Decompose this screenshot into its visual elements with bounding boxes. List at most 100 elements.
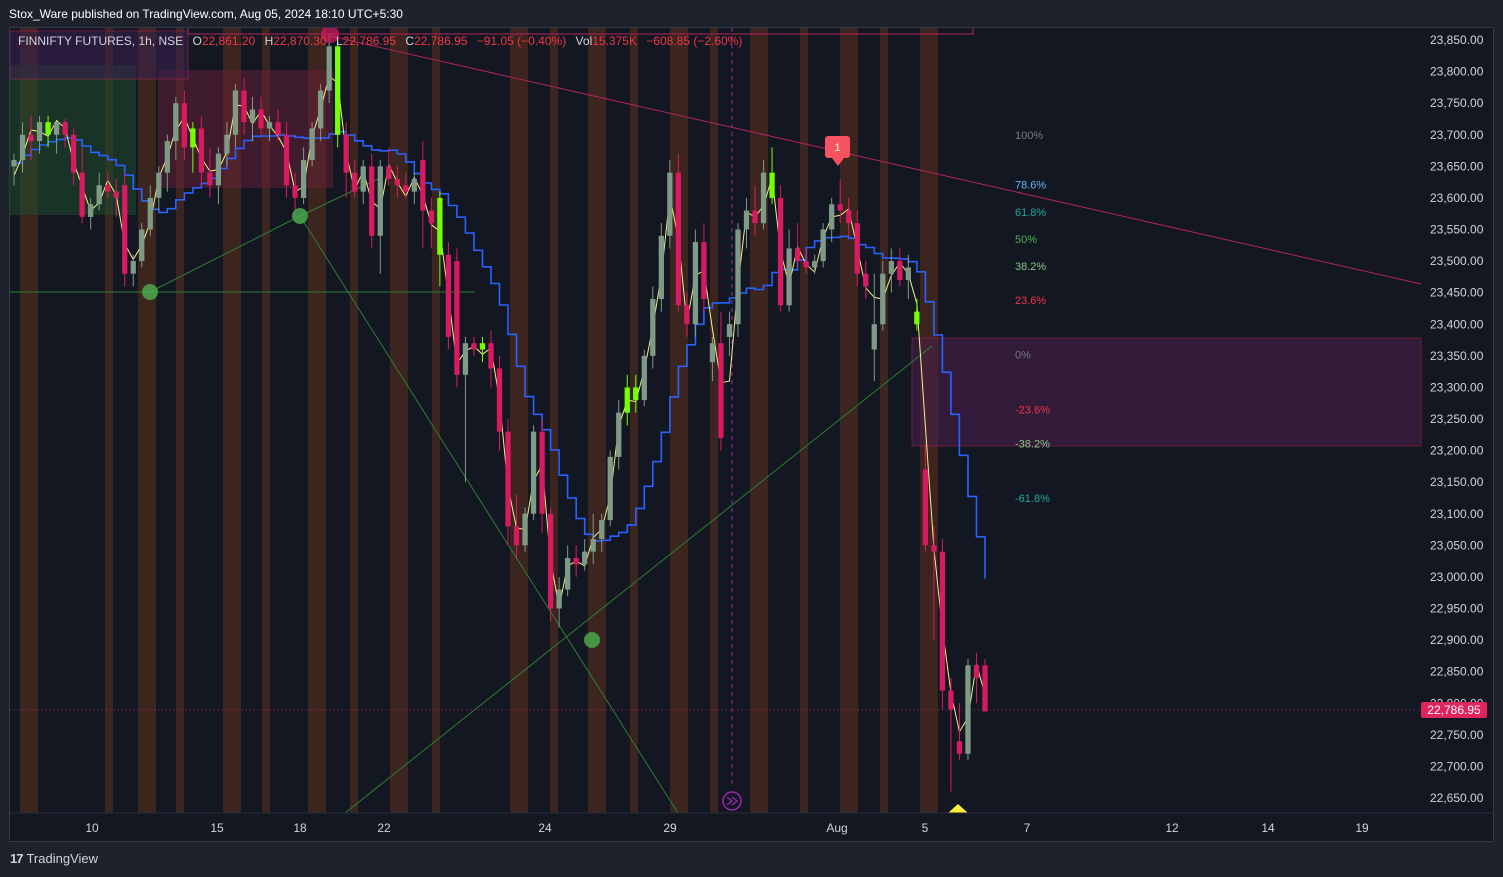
legend: FINNIFTY FUTURES, 1h, NSE O22,861.20 H22… [18, 34, 748, 48]
x-tick-label: 14 [1261, 821, 1275, 835]
candle-body [888, 261, 894, 274]
x-tick-label: 15 [210, 821, 224, 835]
candle-body [556, 589, 562, 609]
y-tick-label: 22,650.00 [1430, 791, 1484, 805]
y-tick-label: 23,450.00 [1430, 286, 1484, 300]
pivot-circle [292, 208, 308, 224]
brand-name: TradingView [26, 851, 99, 866]
candle-body [139, 229, 145, 262]
x-tick-label: 10 [85, 821, 99, 835]
candle-body [411, 178, 417, 192]
legend-low: 22,786.95 [342, 34, 397, 48]
y-tick-label: 23,750.00 [1430, 96, 1484, 110]
candle-body [564, 557, 571, 590]
candle-body [377, 166, 383, 236]
legend-high: 22,870.30 [273, 34, 327, 48]
chart-canvas[interactable]: 100% 78.6% 61.8% 50% 38.2% 23.6% 0% -23.6% -38.2… [10, 28, 1493, 841]
candle-body [19, 134, 26, 161]
y-tick-label: 23,000.00 [1430, 570, 1484, 584]
x-tick-label: 5 [922, 821, 929, 835]
candle-body [675, 172, 682, 306]
candle-body [88, 204, 94, 217]
candle-body [829, 204, 835, 230]
legend-vol-change: −608.85 (−2.60%) [646, 34, 743, 48]
candle-body [105, 185, 111, 192]
candle-body [607, 456, 613, 521]
candle-body [190, 128, 196, 148]
candle-body [70, 134, 77, 173]
candle-body [709, 343, 716, 363]
fib-label: 100% [1015, 130, 1043, 142]
candle-body [633, 387, 639, 401]
y-tick-label: 23,050.00 [1430, 538, 1484, 552]
candle-body [369, 166, 375, 236]
candle-body [437, 197, 443, 255]
y-tick-label: 22,900.00 [1430, 633, 1484, 647]
candle-body [880, 273, 886, 325]
legend-c-label: C [405, 34, 415, 48]
candle-body [130, 261, 136, 274]
fib-label: 50% [1015, 234, 1037, 246]
candle-body [62, 122, 68, 135]
candle-body [292, 185, 298, 198]
fib-label: -38.2% [1015, 439, 1050, 451]
candle-body [147, 197, 153, 230]
candle-body [820, 229, 826, 262]
candle-body [156, 172, 162, 198]
candle-body [956, 741, 963, 754]
candle-body [300, 160, 307, 198]
candle-body [360, 166, 366, 192]
last-price-tag: 22,786.95 [1421, 702, 1487, 718]
session-band [710, 28, 718, 813]
fib-label: 78.6% [1015, 180, 1046, 192]
legend-open: 22,861.20 [201, 34, 256, 48]
pivot-circle [142, 284, 158, 300]
candle-body [11, 160, 17, 167]
fib-zone [911, 337, 1422, 447]
candle-body [317, 90, 324, 129]
candle-body [786, 248, 792, 306]
candle-body [812, 261, 818, 268]
candle-body [573, 557, 579, 565]
candle-body [207, 172, 213, 186]
fib-label: 61.8% [1015, 207, 1046, 219]
candle-body [420, 160, 426, 211]
candle-body [266, 122, 273, 129]
y-tick-label: 23,550.00 [1430, 223, 1484, 237]
candle-body [871, 324, 877, 350]
candle-body [428, 210, 435, 224]
candle-body [53, 122, 60, 135]
y-tick-label: 23,250.00 [1430, 412, 1484, 426]
signal-flag-label: 1 [834, 142, 840, 154]
candle-body [215, 153, 222, 186]
candle-body [931, 545, 937, 552]
y-tick-label: 23,850.00 [1430, 33, 1484, 47]
candle-body [513, 526, 520, 546]
candle-body [667, 172, 673, 236]
candle-body [914, 311, 920, 325]
brand: 17 TradingView [10, 851, 98, 866]
y-tick-label: 23,350.00 [1430, 349, 1484, 363]
x-tick-label: 24 [538, 821, 552, 835]
x-tick-label: 19 [1355, 821, 1369, 835]
candle-body [624, 387, 630, 413]
candle-body [505, 431, 511, 527]
candle-body [249, 109, 256, 123]
candle-body [36, 122, 43, 142]
candle-body [309, 128, 315, 161]
candle-body [522, 513, 528, 546]
candle-body [96, 185, 102, 205]
candle-body [173, 103, 179, 142]
session-band [138, 28, 156, 813]
candle-body [837, 204, 843, 211]
y-tick-label: 23,100.00 [1430, 507, 1484, 521]
legend-h-label: H [264, 34, 274, 48]
candle-body [479, 343, 486, 350]
candle-body [454, 261, 460, 375]
candle-body [803, 261, 809, 268]
candle-body [777, 197, 784, 306]
candle-body [386, 166, 392, 179]
legend-l-label: L [335, 34, 343, 48]
candle-body [616, 412, 622, 457]
y-tick-label: 23,300.00 [1430, 380, 1484, 394]
